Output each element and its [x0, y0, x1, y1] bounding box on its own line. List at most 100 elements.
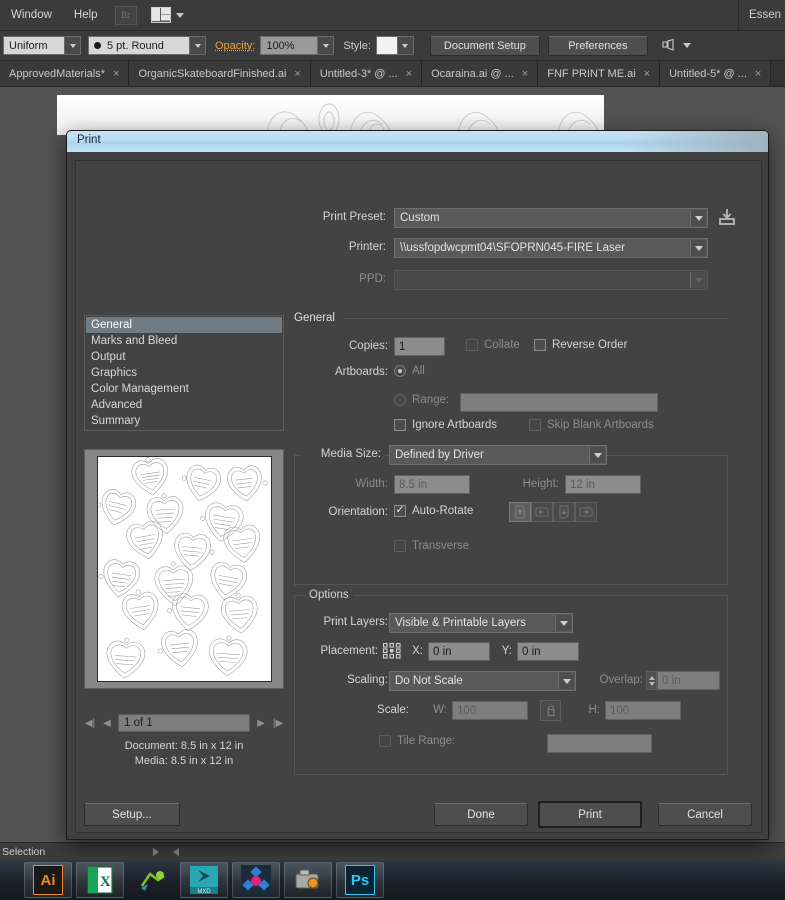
- y-input[interactable]: 0 in: [517, 642, 579, 661]
- close-icon[interactable]: ×: [522, 68, 528, 80]
- first-page-icon[interactable]: ◀|: [84, 718, 96, 729]
- brush-definition-dropdown[interactable]: [190, 36, 206, 55]
- print-section-list[interactable]: General Marks and Bleed Output Graphics …: [84, 315, 284, 431]
- menu-window[interactable]: Window: [0, 0, 63, 31]
- chevron-down-icon[interactable]: [690, 210, 706, 226]
- overlap-input[interactable]: 0 in: [657, 671, 720, 690]
- ignore-artboards-row[interactable]: Ignore Artboards: [394, 419, 497, 431]
- preview-page-nav[interactable]: ◀| ◀ 1 of 1 ▶ |▶: [84, 713, 284, 733]
- reverse-order-checkbox[interactable]: [534, 339, 546, 351]
- artboards-range-input[interactable]: [460, 393, 658, 412]
- chevron-down-icon[interactable]: [589, 447, 605, 463]
- artboards-all-radio[interactable]: [394, 365, 406, 377]
- taskbar-item-illustrator[interactable]: Ai: [24, 862, 72, 898]
- preferences-button[interactable]: Preferences: [547, 35, 648, 56]
- artboards-range-radio[interactable]: [394, 394, 406, 406]
- document-setup-button[interactable]: Document Setup: [429, 35, 540, 56]
- reverse-order-checkbox-row[interactable]: Reverse Order: [534, 339, 627, 351]
- taskbar-item-diagram[interactable]: [232, 862, 280, 898]
- chevron-down-icon[interactable]: [558, 673, 574, 689]
- done-button[interactable]: Done: [434, 803, 528, 826]
- chevron-down-icon[interactable]: [690, 240, 706, 256]
- sidebar-item-summary[interactable]: Summary: [86, 413, 282, 429]
- auto-rotate-checkbox[interactable]: ✓: [394, 505, 406, 517]
- status-menu-icon[interactable]: [153, 847, 160, 856]
- print-button[interactable]: Print: [538, 801, 642, 828]
- width-input[interactable]: 8.5 in: [394, 475, 470, 494]
- close-icon[interactable]: ×: [406, 68, 412, 80]
- placement-grid-icon[interactable]: [382, 641, 402, 661]
- save-preset-icon[interactable]: [717, 207, 737, 227]
- printer-combo[interactable]: \\ussfopdwcpmt04\SFOPRN045-FIRE Laser: [394, 238, 708, 258]
- tile-range-checkbox[interactable]: [379, 735, 391, 747]
- skip-blank-artboards-checkbox[interactable]: [529, 419, 541, 431]
- document-tab[interactable]: FNF PRINT ME.ai ×: [538, 61, 661, 86]
- previous-page-icon[interactable]: ◀: [101, 718, 113, 729]
- skip-blank-artboards-row[interactable]: Skip Blank Artboards: [529, 419, 654, 431]
- stroke-profile-field[interactable]: Uniform: [3, 36, 65, 55]
- taskbar-item-grasshopper[interactable]: [128, 862, 176, 898]
- media-size-combo[interactable]: Defined by Driver: [389, 445, 607, 465]
- last-page-icon[interactable]: |▶: [272, 718, 284, 729]
- select-similar-chevron-icon[interactable]: [682, 43, 691, 48]
- workspace-switcher[interactable]: Essen: [738, 0, 785, 31]
- document-tab[interactable]: ApprovedMaterials* ×: [0, 61, 130, 86]
- graphic-style-swatch[interactable]: [375, 36, 398, 55]
- transverse-checkbox[interactable]: [394, 540, 406, 552]
- opacity-input[interactable]: 100%: [260, 36, 319, 55]
- collate-checkbox[interactable]: [466, 339, 478, 351]
- close-icon[interactable]: ×: [755, 68, 761, 80]
- ignore-artboards-checkbox[interactable]: [394, 419, 406, 431]
- overlap-stepper-arrows[interactable]: [646, 671, 657, 690]
- arrange-documents-button[interactable]: [150, 7, 184, 23]
- link-constrain-icon[interactable]: [540, 700, 561, 721]
- print-layers-combo[interactable]: Visible & Printable Layers: [389, 613, 573, 633]
- artboards-range-radio-row[interactable]: Range:: [394, 394, 449, 406]
- taskbar-item-camera[interactable]: [284, 862, 332, 898]
- bridge-icon[interactable]: Br: [114, 5, 137, 25]
- brush-definition-field[interactable]: 5 pt. Round: [88, 36, 190, 55]
- tile-range-input[interactable]: [547, 734, 652, 753]
- scroll-left-icon[interactable]: [173, 847, 180, 856]
- menu-help[interactable]: Help: [63, 0, 109, 31]
- x-input[interactable]: 0 in: [428, 642, 490, 661]
- opacity-dropdown[interactable]: [318, 36, 335, 55]
- copies-input[interactable]: 1: [394, 337, 445, 356]
- scale-height-input[interactable]: 100: [605, 701, 681, 720]
- close-icon[interactable]: ×: [644, 68, 650, 80]
- document-tab[interactable]: Ocaraina.ai @ ... ×: [422, 61, 539, 86]
- height-input[interactable]: 12 in: [565, 475, 641, 494]
- landscape-right-icon[interactable]: [575, 502, 597, 522]
- document-tab[interactable]: Untitled-5* @ ... ×: [660, 61, 772, 86]
- dialog-title-bar[interactable]: Print: [67, 131, 768, 152]
- taskbar-item-arcmap[interactable]: MXD: [180, 862, 228, 898]
- sidebar-item-color-management[interactable]: Color Management: [86, 381, 282, 397]
- transverse-row[interactable]: Transverse: [394, 540, 469, 552]
- portrait-down-icon[interactable]: [553, 502, 575, 522]
- close-icon[interactable]: ×: [113, 68, 119, 80]
- select-similar-icon[interactable]: [662, 38, 678, 53]
- orientation-buttons[interactable]: [509, 502, 597, 522]
- next-page-icon[interactable]: ▶: [255, 718, 267, 729]
- page-indicator-field[interactable]: 1 of 1: [118, 714, 250, 732]
- landscape-left-icon[interactable]: [531, 502, 553, 522]
- print-preset-combo[interactable]: Custom: [394, 208, 708, 228]
- sidebar-item-graphics[interactable]: Graphics: [86, 365, 282, 381]
- document-tab[interactable]: OrganicSkateboardFinished.ai ×: [129, 61, 311, 86]
- sidebar-item-advanced[interactable]: Advanced: [86, 397, 282, 413]
- taskbar-item-photoshop[interactable]: Ps: [336, 862, 384, 898]
- close-icon[interactable]: ×: [294, 68, 300, 80]
- stroke-profile-dropdown[interactable]: [65, 36, 81, 55]
- document-tab[interactable]: Untitled-3* @ ... ×: [310, 61, 423, 86]
- portrait-up-icon[interactable]: [509, 502, 531, 522]
- print-preview[interactable]: [84, 449, 284, 689]
- scale-width-input[interactable]: 100: [452, 701, 528, 720]
- tile-range-row[interactable]: Tile Range:: [379, 735, 455, 747]
- setup-button[interactable]: Setup...: [84, 803, 180, 826]
- sidebar-item-general[interactable]: General: [86, 317, 282, 333]
- scaling-combo[interactable]: Do Not Scale: [389, 671, 576, 691]
- sidebar-item-marks-and-bleed[interactable]: Marks and Bleed: [86, 333, 282, 349]
- cancel-button[interactable]: Cancel: [658, 803, 752, 826]
- chevron-down-icon[interactable]: [555, 615, 571, 631]
- sidebar-item-output[interactable]: Output: [86, 349, 282, 365]
